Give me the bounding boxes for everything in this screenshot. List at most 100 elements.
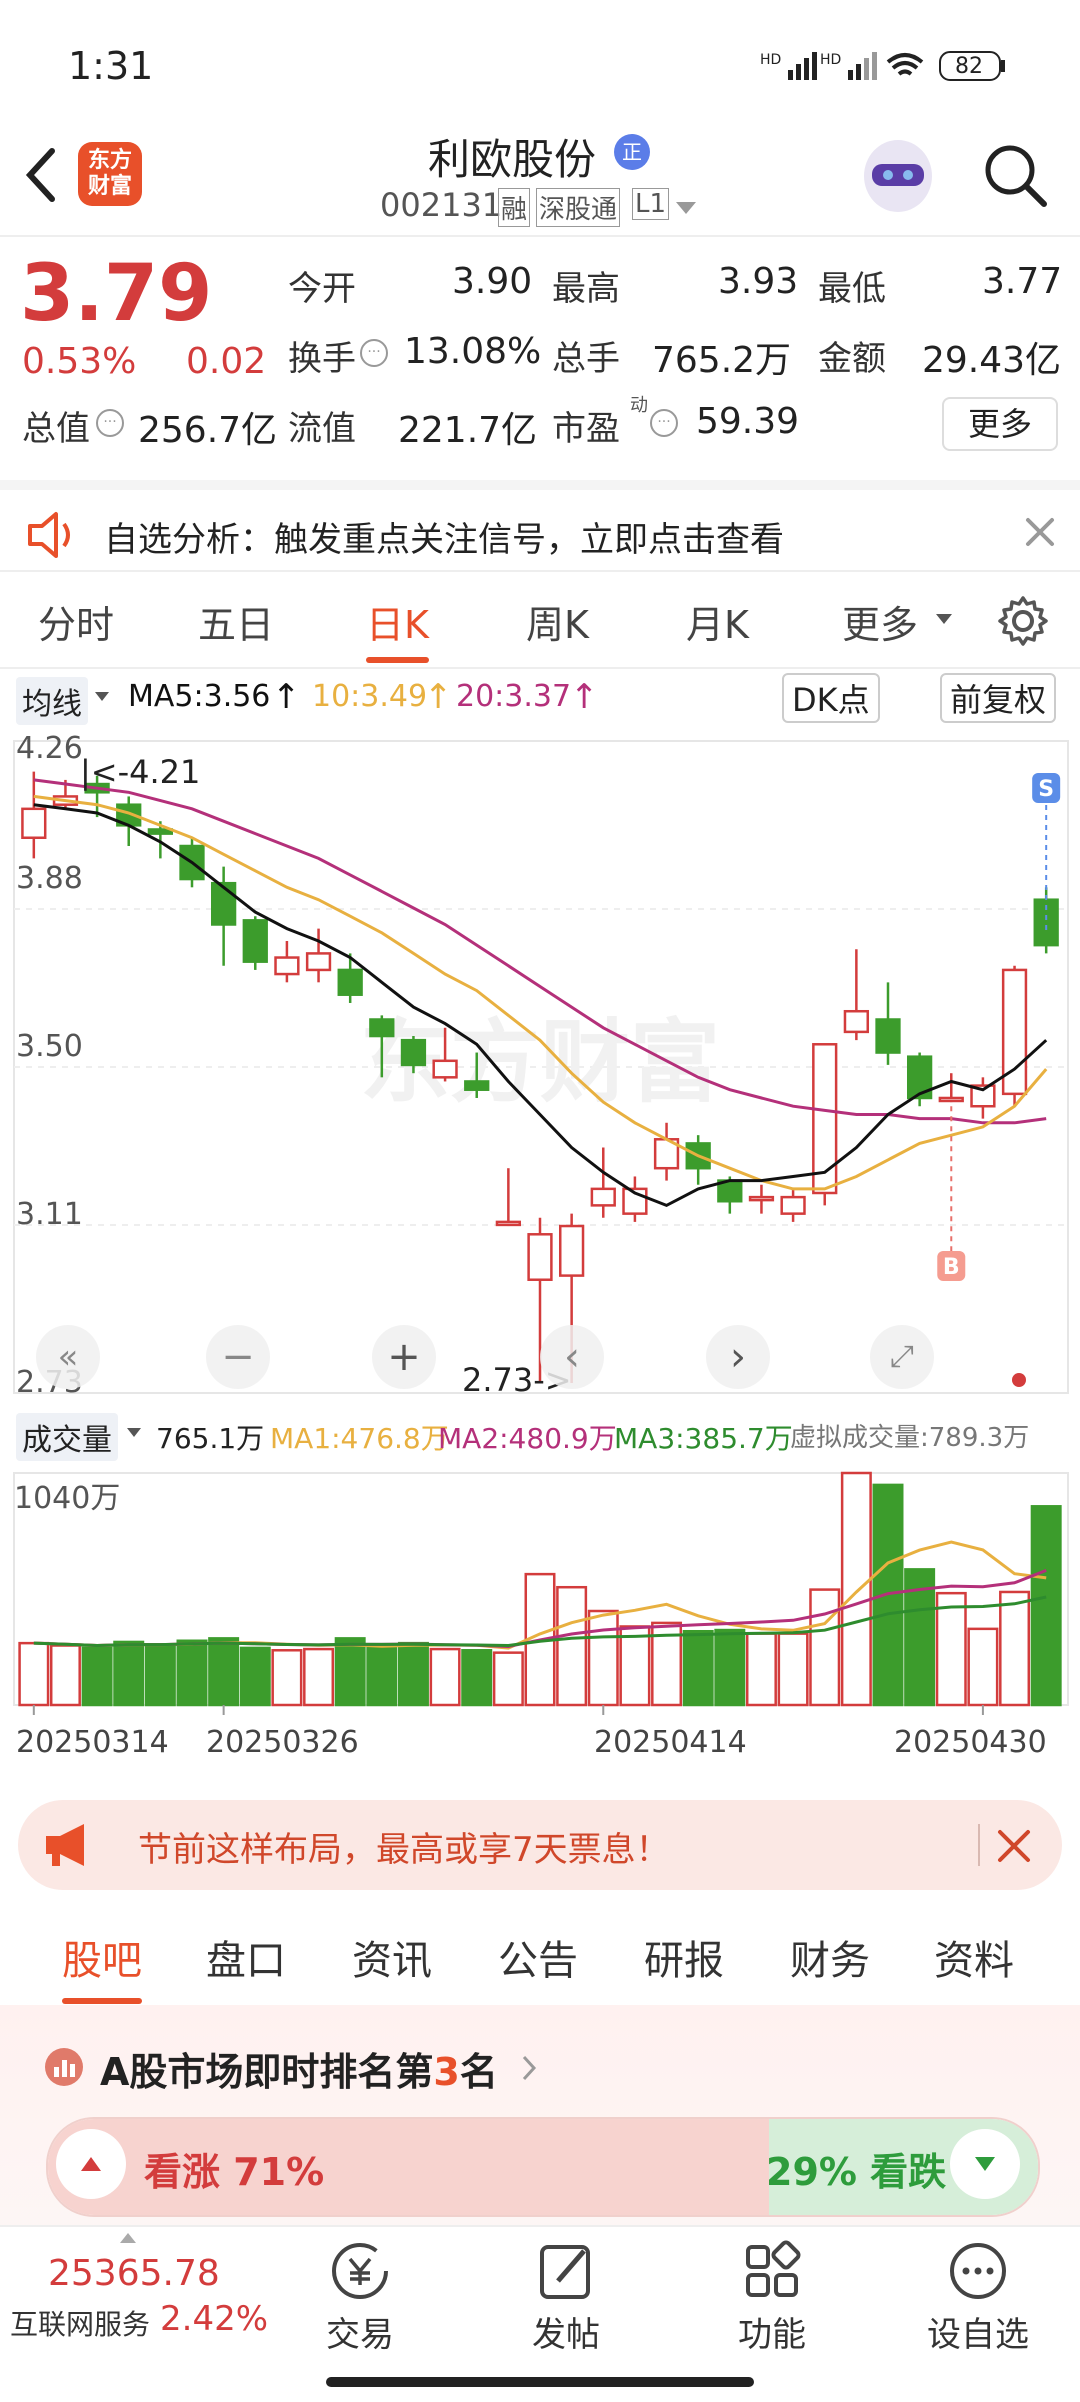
prev-button[interactable]: ‹ (540, 1325, 604, 1389)
stock-name: 利欧股份 (428, 135, 597, 184)
dropdown-triangle-icon (936, 614, 952, 624)
ranking-title: A股市场即时排名第3名 (100, 2041, 498, 2096)
candle (400, 1038, 427, 1067)
edit-icon (540, 2245, 590, 2299)
analysis-text: 自选分析：触发重点关注信号，立即点击查看 (104, 520, 784, 560)
tab-weekly-k[interactable]: 周K (526, 594, 589, 649)
ma-selector[interactable]: 均线 (16, 677, 88, 725)
name-badge: 正 (614, 134, 650, 170)
zoom-out-button[interactable]: − (206, 1325, 270, 1389)
candle (558, 1224, 585, 1277)
chevron-right-icon[interactable] (520, 2053, 540, 2083)
more-quote-button[interactable]: 更多 (942, 397, 1058, 451)
volume-chart[interactable] (0, 1465, 1080, 1715)
last-price: 3.79 (20, 249, 213, 339)
nav-functions[interactable]: 功能 (712, 2239, 832, 2356)
tab-orderbook[interactable]: 盘口 (206, 1928, 286, 1986)
bear-button[interactable] (950, 2129, 1020, 2199)
date-label: 20250314 (16, 1725, 169, 1760)
y-tick: 3.50 (16, 1029, 83, 1064)
label-mktcap: 总值 (22, 409, 90, 449)
status-time: 1:31 (68, 44, 154, 88)
nav-post-label: 发帖 (532, 2315, 600, 2355)
index-change: 2.42% (160, 2299, 269, 2339)
search-icon[interactable] (980, 140, 1050, 210)
tab-monthly-k[interactable]: 月K (686, 594, 749, 649)
tab-5day[interactable]: 五日 (198, 594, 274, 649)
dk-point-button[interactable]: DK点 (782, 673, 880, 723)
tab-research[interactable]: 研报 (644, 1928, 724, 1986)
volume-bar (429, 1647, 461, 1707)
nav-trade[interactable]: 交易 (300, 2239, 420, 2356)
volume-bar (113, 1640, 145, 1707)
tab-profile[interactable]: 资料 (934, 1928, 1014, 1986)
tab-announcements[interactable]: 公告 (498, 1928, 578, 1986)
tab-finance[interactable]: 财务 (790, 1928, 870, 1986)
stock-header: 东方财富 利欧股份 正 002131 融 深股通 L1 (0, 120, 1080, 237)
battery-level: 82 (955, 54, 983, 79)
date-label: 20250430 (894, 1725, 1047, 1760)
date-label: 20250414 (594, 1725, 747, 1760)
tab-guba[interactable]: 股吧 (62, 1928, 142, 2004)
candlestick-chart[interactable]: 东方财富SB (0, 733, 1080, 1413)
volume-bar (587, 1609, 619, 1707)
volume-bar (239, 1646, 271, 1707)
grid-icon (746, 2240, 801, 2297)
scroll-left-button[interactable]: « (36, 1325, 100, 1389)
tab-daily-k[interactable]: 日K (366, 594, 429, 663)
megaphone-icon (46, 1824, 84, 1866)
up-arrow-icon: ↑ (570, 677, 599, 717)
candle (843, 1009, 870, 1034)
promo-banner[interactable]: 节前这样布局，最高或享7天票息！ (18, 1800, 1062, 1890)
info-icon[interactable]: ··· (360, 339, 388, 367)
analysis-banner[interactable]: 自选分析：触发重点关注信号，立即点击查看 (0, 480, 1080, 580)
close-icon[interactable] (1022, 514, 1058, 550)
tag-level: L1 (632, 188, 670, 220)
candle (464, 1080, 490, 1091)
back-arrow-icon[interactable] (20, 145, 60, 205)
kline-chart-area: 均线 MA5:3.56 ↑ 10:3.49 ↑ 20:3.37 ↑ DK点 前复… (0, 665, 1080, 1790)
volume-bar (840, 1471, 872, 1707)
market-ranking-card[interactable]: A股市场即时排名第3名 看涨 71% 29% 看跌 (0, 2005, 1080, 2225)
value-volume: 765.2万 (652, 340, 792, 381)
candle (21, 807, 47, 839)
tab-more[interactable]: 更多 (842, 594, 918, 649)
zoom-in-button[interactable]: + (372, 1325, 436, 1389)
candle (875, 1018, 901, 1054)
tab-intraday[interactable]: 分时 (38, 594, 114, 649)
ranking-number: 3 (433, 2050, 460, 2094)
volume-bar (935, 1591, 967, 1707)
info-icon[interactable]: ··· (96, 409, 124, 437)
candle (780, 1195, 806, 1215)
volume-bar (682, 1629, 714, 1707)
pe-sup: 动 (630, 395, 648, 416)
nav-post[interactable]: 发帖 (506, 2239, 626, 2356)
fullscreen-icon[interactable]: ⤢ (870, 1325, 934, 1389)
app-logo[interactable]: 东方财富 (78, 142, 142, 206)
candle (590, 1187, 616, 1207)
value-turnover: 13.08% (404, 331, 542, 372)
candle (242, 919, 268, 963)
bull-button[interactable] (56, 2129, 126, 2199)
volume-selector[interactable]: 成交量 (16, 1413, 118, 1461)
robot-assistant-icon[interactable] (858, 130, 938, 220)
candle (210, 881, 237, 926)
volume-bar (271, 1649, 303, 1707)
label-low: 最低 (818, 269, 886, 309)
tab-news[interactable]: 资讯 (352, 1928, 432, 1986)
candle (495, 1220, 522, 1227)
index-value[interactable]: 25365.78 (48, 2253, 220, 2294)
candle (369, 1018, 395, 1038)
nav-add-watchlist[interactable]: 设自选 (918, 2239, 1038, 2356)
adjust-button[interactable]: 前复权 (940, 673, 1057, 723)
dropdown-triangle-icon[interactable] (674, 198, 698, 218)
expand-triangle-icon[interactable] (118, 2231, 138, 2245)
settings-gear-icon[interactable] (996, 594, 1050, 648)
close-icon[interactable] (994, 1826, 1034, 1866)
y-tick: 3.11 (16, 1197, 83, 1232)
volume-bar (1030, 1505, 1062, 1707)
next-button[interactable]: › (706, 1325, 770, 1389)
speaker-icon (28, 512, 70, 558)
volume-bar (492, 1651, 524, 1707)
info-icon[interactable]: ··· (650, 409, 678, 437)
